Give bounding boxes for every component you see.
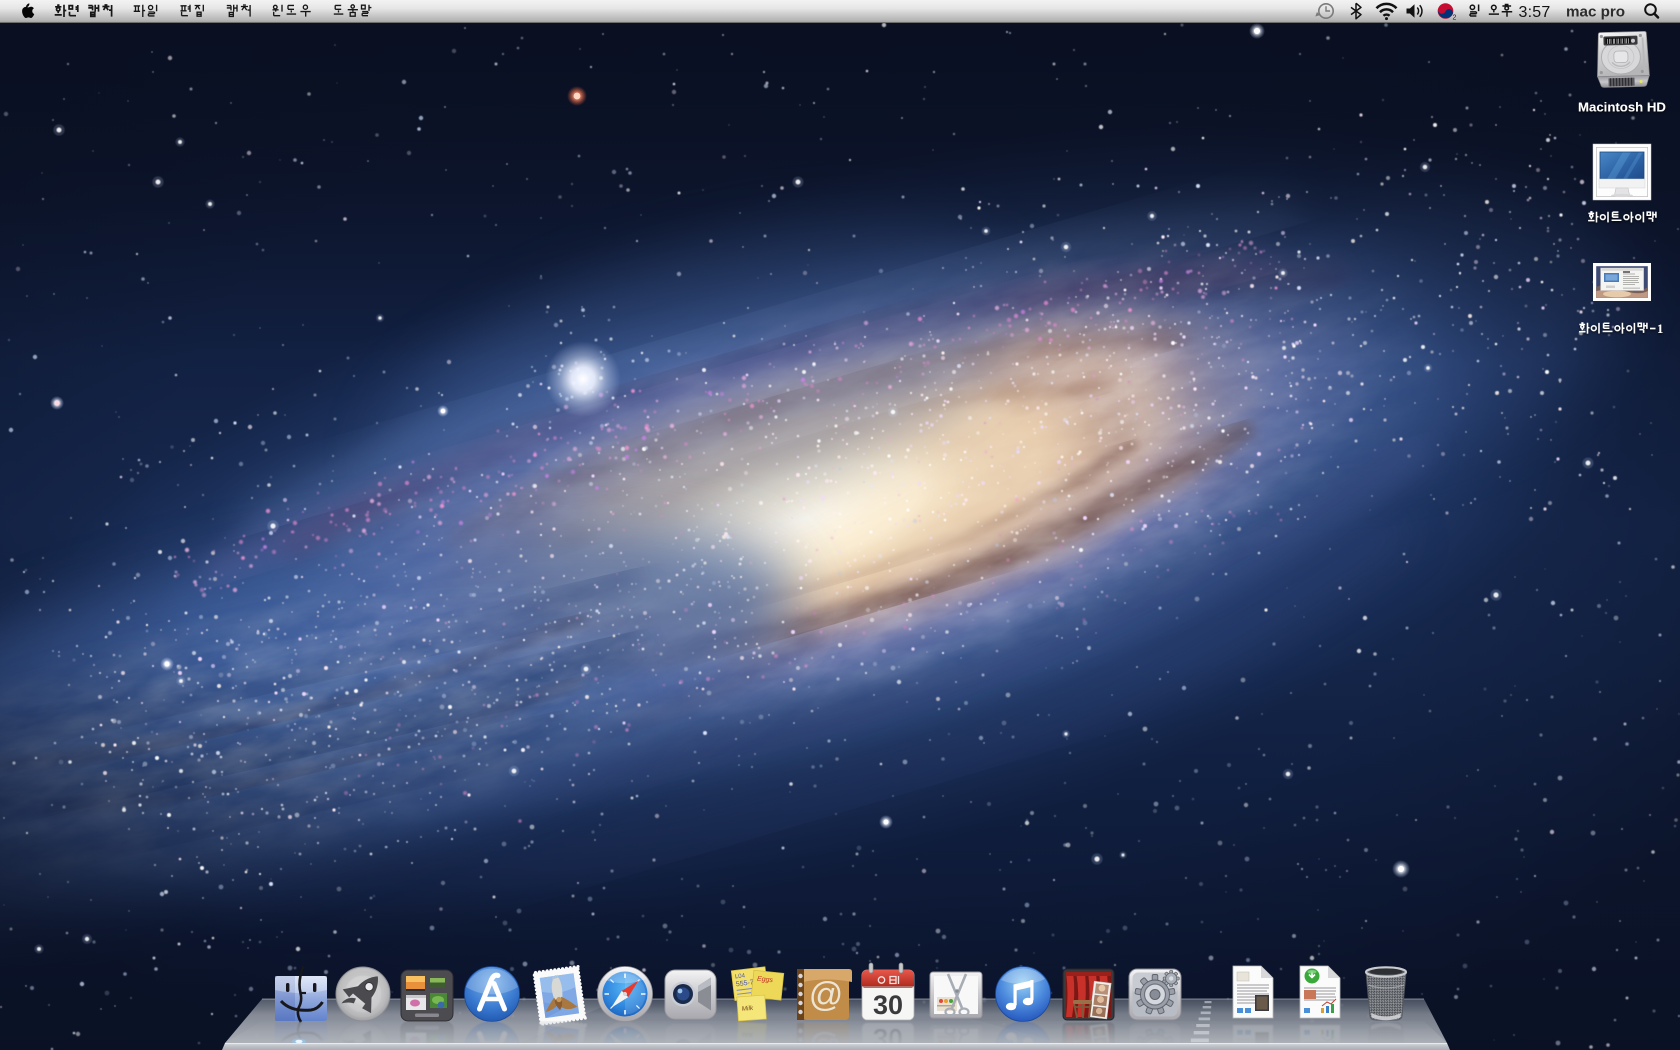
svg-text:mac pro: mac pro [1566, 4, 1625, 21]
svg-text:2: 2 [1453, 15, 1457, 22]
svg-text:Macintosh HD: Macintosh HD [1578, 100, 1666, 115]
svg-text:3:57: 3:57 [1519, 4, 1551, 21]
svg-text:1: 1 [1657, 322, 1663, 336]
